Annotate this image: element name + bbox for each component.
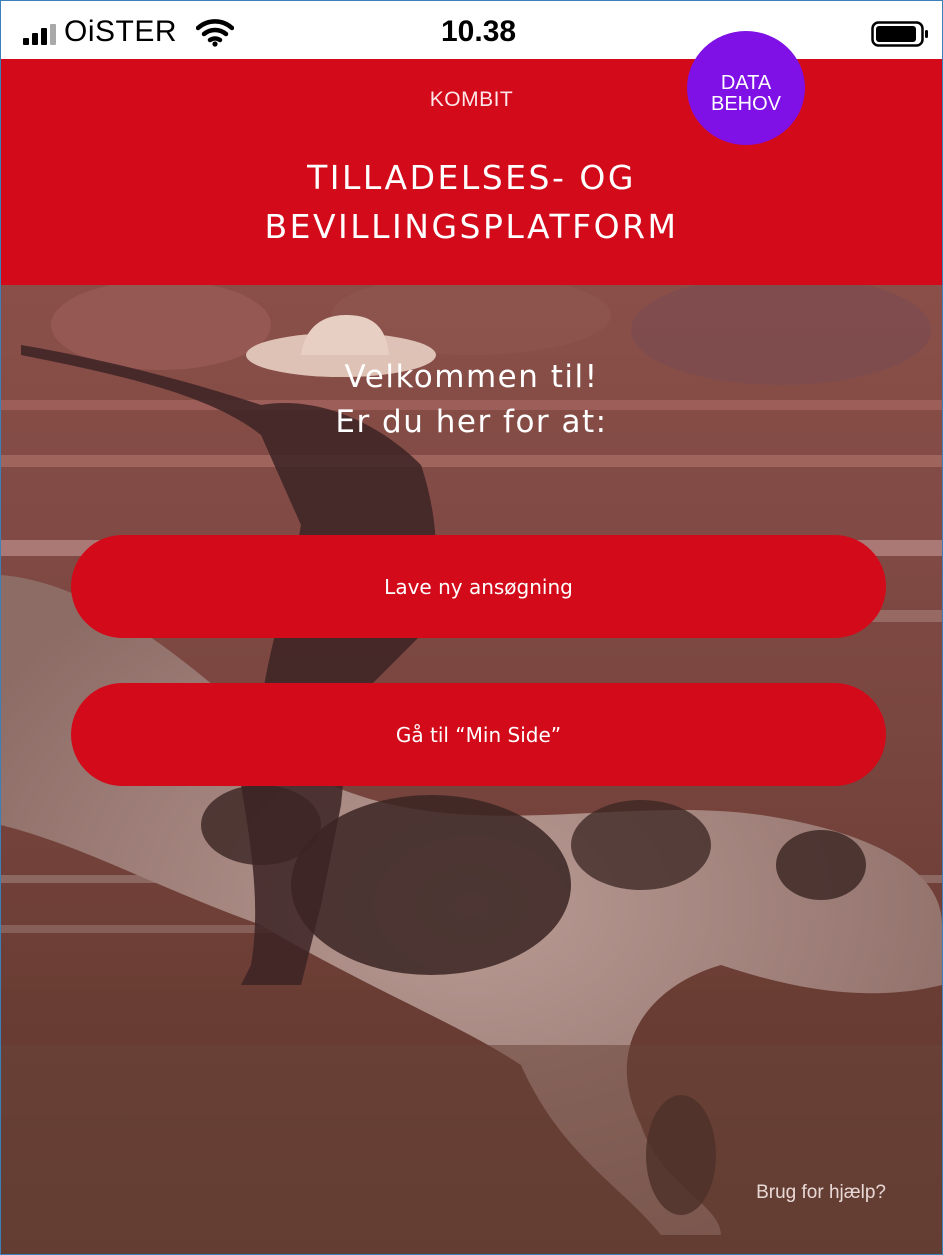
welcome-text: Velkommen til! Er du her for at: <box>1 355 942 445</box>
note-text: DATA BEHOV <box>711 73 781 115</box>
title-line-2: BEVILLINGSPLATFORM <box>264 207 679 246</box>
note-line-2: BEHOV <box>710 93 782 115</box>
battery-icon <box>871 21 928 47</box>
help-link[interactable]: Brug for hjælp? <box>756 1182 886 1204</box>
data-behov-note: DATA BEHOV <box>687 31 805 145</box>
status-time: 10.38 <box>441 15 517 48</box>
welcome-line-2: Er du her for at: <box>335 404 608 440</box>
carrier-name: OiSTER <box>64 15 178 48</box>
hero-section: Velkommen til! Er du her for at: Lave ny… <box>1 285 942 1254</box>
page-title: TILLADELSES- OG BEVILLINGSPLATFORM <box>1 153 942 251</box>
signal-icon <box>23 24 57 45</box>
my-page-button[interactable]: Gå til “Min Side” <box>71 683 886 786</box>
phone-screen: OiSTER 10.38 KOMBIT TILLADELSES- OG BEVI… <box>0 0 943 1255</box>
note-line-1: DATA <box>720 72 772 94</box>
welcome-line-1: Velkommen til! <box>344 359 599 395</box>
title-line-1: TILLADELSES- OG <box>307 158 636 197</box>
new-application-button[interactable]: Lave ny ansøgning <box>71 535 886 638</box>
app-header: KOMBIT TILLADELSES- OG BEVILLINGSPLATFOR… <box>1 31 942 285</box>
status-bar: OiSTER 10.38 <box>1 1 942 59</box>
wifi-icon <box>196 19 234 47</box>
